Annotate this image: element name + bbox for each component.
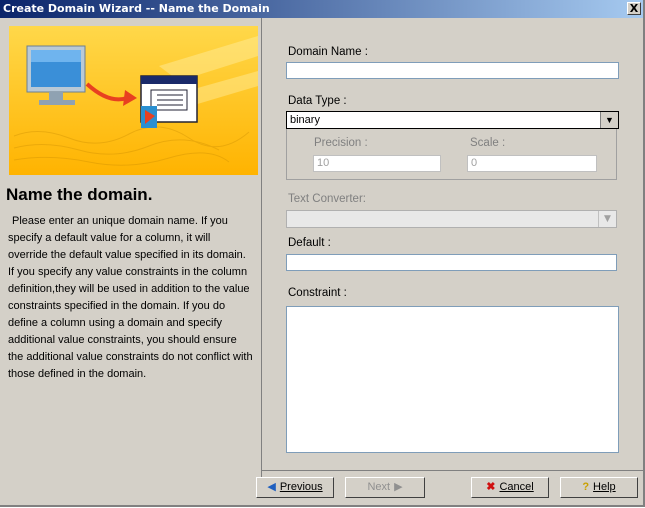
window-title: Create Domain Wizard -- Name the Domain bbox=[3, 2, 270, 15]
title-bar: Create Domain Wizard -- Name the Domain … bbox=[0, 0, 643, 18]
wizard-banner-image bbox=[9, 26, 258, 175]
red-x-icon: ✖ bbox=[486, 481, 496, 493]
data-type-dropdown[interactable]: binary ▼ bbox=[286, 111, 619, 129]
constraint-label: Constraint : bbox=[288, 287, 347, 299]
close-button[interactable]: X bbox=[627, 2, 641, 15]
arrow-right-icon: ▶ bbox=[394, 481, 403, 493]
question-mark-icon: ? bbox=[582, 481, 590, 493]
scale-input[interactable]: 0 bbox=[467, 155, 597, 172]
data-type-value: binary bbox=[290, 114, 320, 126]
domain-name-input[interactable] bbox=[286, 62, 619, 79]
help-button[interactable]: ? Help bbox=[560, 477, 638, 498]
precision-label: Precision : bbox=[314, 137, 368, 149]
default-input[interactable] bbox=[286, 254, 617, 271]
constraint-textarea[interactable] bbox=[286, 306, 619, 453]
previous-button[interactable]: ◀ Previous bbox=[256, 477, 334, 498]
step-description: Please enter an unique domain name. If y… bbox=[8, 215, 253, 380]
next-button[interactable]: Next ▶ bbox=[345, 477, 425, 498]
arrow-left-icon: ◀ bbox=[267, 481, 276, 493]
step-heading: Name the domain. bbox=[6, 185, 153, 204]
text-converter-dropdown[interactable]: ▼ bbox=[286, 210, 617, 228]
domain-name-label: Domain Name : bbox=[288, 46, 368, 58]
text-converter-label: Text Converter: bbox=[288, 193, 366, 205]
scale-label: Scale : bbox=[470, 137, 506, 149]
chevron-down-icon[interactable]: ▼ bbox=[600, 112, 618, 128]
default-label: Default : bbox=[288, 237, 331, 249]
wizard-window: Create Domain Wizard -- Name the Domain … bbox=[0, 0, 645, 507]
wizard-illustration bbox=[13, 36, 258, 166]
precision-input[interactable]: 10 bbox=[313, 155, 441, 172]
chevron-down-icon: ▼ bbox=[598, 211, 616, 227]
cancel-button[interactable]: ✖ Cancel bbox=[471, 477, 549, 498]
data-type-label: Data Type : bbox=[288, 95, 347, 107]
footer-divider bbox=[262, 470, 643, 471]
